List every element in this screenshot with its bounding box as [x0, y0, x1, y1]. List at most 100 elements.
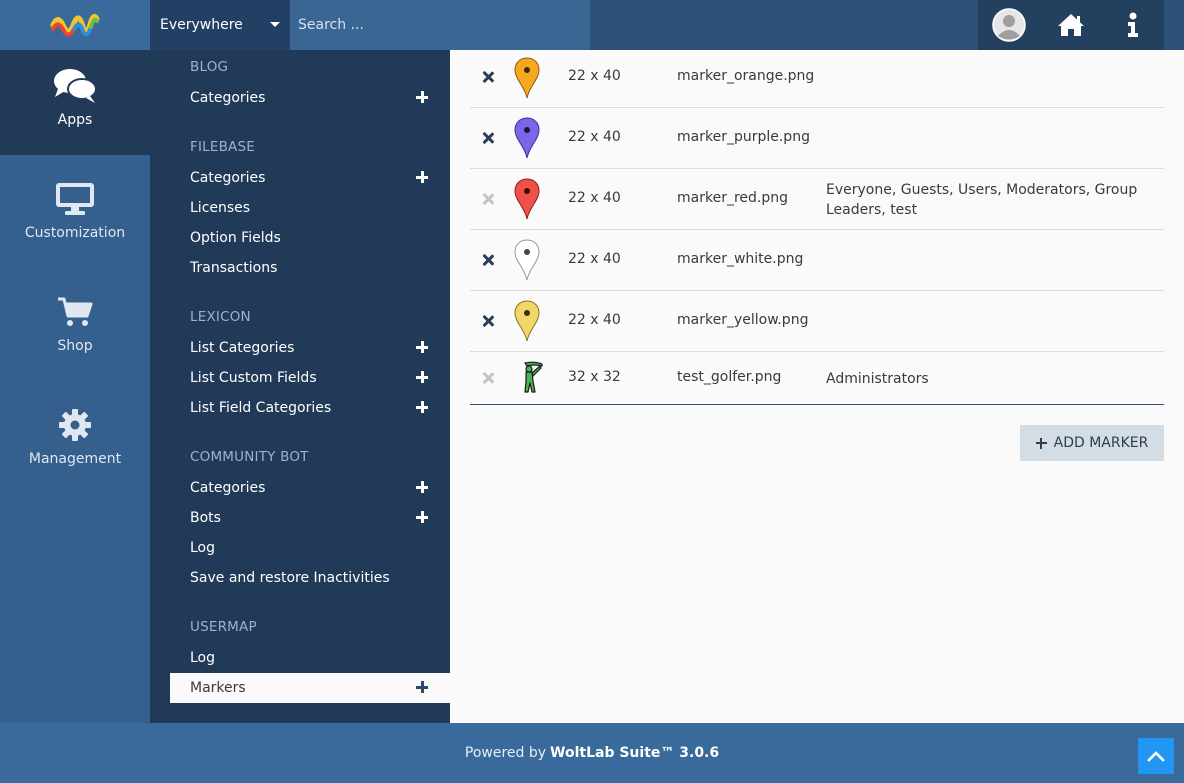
woltlab-logo[interactable] [0, 0, 150, 50]
menu-item-label: Save and restore Inactivities [190, 570, 390, 586]
menu-item-lexicon-list-field-categories[interactable]: List Field Categories [170, 393, 450, 423]
menu-category-filebase: FILEBASE [190, 139, 255, 155]
menu-item-filebase-categories[interactable]: Categories [170, 163, 450, 193]
marker-pin-icon [514, 300, 540, 342]
search-scope-dropdown[interactable]: Everywhere [150, 0, 290, 50]
app-item-label: Shop [57, 338, 93, 354]
acp-menu: BLOG Categories FILEBASE Categories Lice… [150, 50, 450, 723]
table-row: 22 x 40 marker_purple.png [470, 108, 1164, 169]
delete-icon[interactable] [482, 132, 494, 144]
marker-dimensions: 22 x 40 [568, 190, 621, 206]
add-icon[interactable] [416, 371, 428, 383]
menu-item-lexicon-list-categories[interactable]: List Categories [170, 333, 450, 363]
search-scope-label: Everywhere [160, 17, 243, 33]
app-item-management[interactable]: Management [0, 389, 150, 494]
shopping-cart-icon [58, 297, 93, 326]
menu-item-filebase-option-fields[interactable]: Option Fields [170, 223, 450, 253]
info-button[interactable] [1102, 0, 1164, 50]
menu-item-community-bot-bots[interactable]: Bots [170, 503, 450, 533]
app-item-label: Customization [24, 225, 126, 241]
add-icon[interactable] [416, 401, 428, 413]
menu-item-usermap-log[interactable]: Log [170, 643, 450, 673]
marker-pin-icon [514, 239, 540, 281]
marker-dimensions: 22 x 40 [568, 129, 621, 145]
marker-dimensions: 22 x 40 [568, 251, 621, 267]
menu-item-filebase-licenses[interactable]: Licenses [170, 193, 450, 223]
app-item-apps[interactable]: Apps [0, 50, 150, 155]
table-row: 22 x 40 marker_white.png [470, 230, 1164, 291]
marker-filename: marker_yellow.png [677, 312, 809, 328]
menu-item-community-bot-categories[interactable]: Categories [170, 473, 450, 503]
add-icon[interactable] [416, 171, 428, 183]
chevron-up-icon [1147, 751, 1165, 762]
page-header: Everywhere [0, 0, 1184, 50]
add-icon [1035, 437, 1047, 449]
menu-item-usermap-markers[interactable]: Markers [170, 673, 450, 703]
gear-icon [59, 409, 91, 441]
menu-category-usermap: USERMAP [190, 619, 257, 635]
marker-user-groups: Everyone, Guests, Users, Moderators, Gro… [826, 182, 1138, 218]
add-icon[interactable] [416, 681, 428, 693]
menu-item-label: List Categories [190, 340, 295, 356]
info-icon [1128, 12, 1138, 37]
delete-icon [482, 372, 494, 384]
delete-icon[interactable] [482, 315, 494, 327]
user-panel [978, 0, 1164, 50]
scroll-to-top-button[interactable] [1138, 738, 1174, 774]
add-icon[interactable] [416, 341, 428, 353]
menu-item-label: List Field Categories [190, 400, 332, 416]
table-row: 32 x 32 test_golfer.png Administrators [470, 352, 1164, 405]
menu-item-label: Bots [190, 510, 221, 526]
user-avatar-button[interactable] [978, 0, 1040, 50]
golfer-icon [524, 361, 543, 393]
menu-item-label: List Custom Fields [190, 370, 317, 386]
table-row: 22 x 40 marker_red.png Everyone, Guests,… [470, 169, 1164, 230]
marker-dimensions: 22 x 40 [568, 68, 621, 84]
menu-item-lexicon-list-custom-fields[interactable]: List Custom Fields [170, 363, 450, 393]
home-button[interactable] [1040, 0, 1102, 50]
menu-item-label: Log [190, 650, 216, 666]
menu-category-lexicon: LEXICON [190, 309, 251, 325]
add-marker-button[interactable]: ADD MARKER [1020, 425, 1164, 461]
menu-item-community-bot-inactivities[interactable]: Save and restore Inactivities [170, 563, 450, 593]
add-icon[interactable] [416, 91, 428, 103]
menu-item-label: Categories [190, 90, 266, 106]
marker-filename: test_golfer.png [677, 369, 782, 385]
app-item-label: Apps [57, 112, 93, 128]
menu-item-community-bot-log[interactable]: Log [170, 533, 450, 563]
app-sidebar: Apps Customization Shop Management [0, 50, 150, 723]
page-footer: Powered by WoltLab Suite™ 3.0.6 [0, 723, 1184, 783]
marker-filename: marker_white.png [677, 251, 804, 267]
marker-pin-icon [514, 117, 540, 159]
main-content: 22 x 40 marker_orange.png 22 x 40 marker… [450, 50, 1184, 723]
delete-icon[interactable] [482, 71, 494, 83]
delete-icon [482, 193, 494, 205]
avatar-icon [992, 8, 1026, 42]
menu-item-filebase-transactions[interactable]: Transactions [170, 253, 450, 283]
marker-dimensions: 22 x 40 [568, 312, 621, 328]
menu-item-label: Transactions [190, 260, 278, 276]
menu-item-label: Categories [190, 170, 266, 186]
menu-item-label: Licenses [190, 200, 251, 216]
home-icon [1058, 14, 1084, 36]
menu-category-community-bot: COMMUNITY BOT [190, 449, 309, 465]
marker-filename: marker_red.png [677, 190, 788, 206]
marker-user-groups: Administrators [826, 371, 929, 387]
menu-item-blog-categories[interactable]: Categories [170, 83, 450, 113]
product-link[interactable]: WoltLab Suite™ 3.0.6 [550, 745, 719, 761]
delete-icon[interactable] [482, 254, 494, 266]
marker-table: 22 x 40 marker_orange.png 22 x 40 marker… [470, 50, 1164, 405]
marker-pin-icon [514, 57, 540, 99]
marker-pin-icon [514, 178, 540, 220]
add-marker-label: ADD MARKER [1053, 435, 1149, 451]
search-input[interactable] [290, 0, 590, 50]
monitor-icon [56, 183, 94, 215]
table-row: 22 x 40 marker_orange.png [470, 50, 1164, 108]
chat-bubbles-icon [54, 69, 97, 103]
app-item-customization[interactable]: Customization [0, 163, 150, 268]
marker-filename: marker_purple.png [677, 129, 810, 145]
add-icon[interactable] [416, 511, 428, 523]
app-item-shop[interactable]: Shop [0, 276, 150, 381]
chevron-down-icon [270, 22, 280, 27]
add-icon[interactable] [416, 481, 428, 493]
